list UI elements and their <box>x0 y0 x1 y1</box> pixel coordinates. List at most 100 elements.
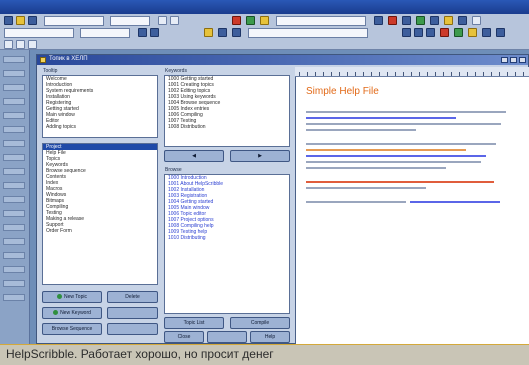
open-icon[interactable] <box>16 16 25 25</box>
gutter-cell <box>3 196 25 203</box>
gutter-cell <box>3 266 25 273</box>
zoom-icon[interactable] <box>496 28 505 37</box>
toolbar <box>0 14 529 50</box>
ruler-tick <box>307 72 308 76</box>
redo-icon[interactable] <box>232 28 241 37</box>
find-icon[interactable] <box>374 16 383 25</box>
text-line <box>306 161 481 163</box>
topic-list-button[interactable]: Topic List <box>164 317 224 329</box>
table-icon[interactable] <box>482 28 491 37</box>
browse-sequence-button[interactable]: Browse Sequence <box>42 323 102 335</box>
text-line <box>306 143 496 145</box>
options-icon[interactable] <box>430 16 439 25</box>
address-field[interactable] <box>248 28 368 38</box>
new-topic-button[interactable]: New Topic <box>42 291 102 303</box>
ruler-tick <box>315 72 316 76</box>
cut-icon[interactable] <box>232 16 241 25</box>
link-icon[interactable] <box>458 16 467 25</box>
compile-icon[interactable] <box>388 16 397 25</box>
caption-bar: HelpScribble. Работает хорошо, но просит… <box>0 344 529 365</box>
close-icon[interactable] <box>519 57 526 63</box>
window-field[interactable] <box>80 28 130 38</box>
gutter-cell <box>3 224 25 231</box>
extra-button[interactable] <box>107 323 158 335</box>
gutter-cell <box>3 70 25 77</box>
ruler-tick <box>459 72 460 76</box>
test-icon[interactable] <box>416 16 425 25</box>
spacer-button[interactable] <box>107 307 158 319</box>
gutter-cell <box>3 252 25 259</box>
jump-icon[interactable] <box>28 40 37 49</box>
text-line <box>306 123 501 125</box>
gutter-cell <box>3 126 25 133</box>
undo-icon[interactable] <box>218 28 227 37</box>
bookmark-icon[interactable] <box>204 28 213 37</box>
project-field[interactable] <box>4 28 74 38</box>
list-item[interactable]: 1010 Distributing <box>165 235 289 241</box>
left-gutter <box>0 50 30 344</box>
browse-label: Browse <box>165 167 182 173</box>
highlight-icon[interactable] <box>454 28 463 37</box>
ruler-tick <box>435 72 436 76</box>
minimize-icon[interactable] <box>501 57 508 63</box>
copy-icon[interactable] <box>246 16 255 25</box>
bold-icon[interactable] <box>158 16 167 25</box>
help-icon[interactable] <box>472 16 481 25</box>
compile-button[interactable]: Compile <box>230 317 290 329</box>
italic-icon[interactable] <box>170 16 179 25</box>
run-icon[interactable] <box>402 16 411 25</box>
gutter-cell <box>3 238 25 245</box>
ruler-tick <box>355 72 356 76</box>
ruler-tick <box>507 72 508 76</box>
gutter-cell <box>3 112 25 119</box>
window-icon <box>40 57 46 63</box>
ruler-tick <box>491 72 492 76</box>
topic-tree[interactable]: Project Help File Topics Keywords Browse seq… <box>42 143 158 285</box>
browse-list[interactable]: 1000 Introduction 1001 About HelpScribble… <box>164 174 290 314</box>
forward-icon[interactable] <box>150 28 159 37</box>
help-button[interactable]: Help <box>250 331 290 343</box>
close-button[interactable]: Close <box>164 331 204 343</box>
list-item[interactable]: Adding topics <box>43 124 157 130</box>
bitmap-icon[interactable] <box>444 16 453 25</box>
add-icon <box>53 310 59 315</box>
delete-button[interactable]: Delete <box>107 291 158 303</box>
align-center-icon[interactable] <box>414 28 423 37</box>
keywords-label: Keywords <box>165 68 187 74</box>
topics-list[interactable]: Welcome Introduction System requirements In… <box>42 75 158 138</box>
text-line <box>306 167 446 169</box>
toolbar-row <box>0 40 529 52</box>
list-item[interactable]: Order Form <box>43 228 157 234</box>
next-button[interactable]: ▶ <box>230 150 290 162</box>
window-titlebar[interactable]: Топик в ХЕЛП <box>37 55 528 65</box>
image-icon[interactable] <box>468 28 477 37</box>
new-keyword-button[interactable]: New Keyword <box>42 307 102 319</box>
hotspot-icon[interactable] <box>4 40 13 49</box>
add-icon <box>57 294 62 299</box>
keywords-list[interactable]: 1000 Getting started 1001 Creating topics… <box>164 75 290 147</box>
prev-button[interactable]: ◀ <box>164 150 224 162</box>
popup-icon[interactable] <box>16 40 25 49</box>
style-field[interactable] <box>44 16 104 26</box>
ruler-tick <box>467 72 468 76</box>
screenshot: Топик в ХЕЛП Tooltip Welcome Introduction… <box>0 0 529 344</box>
caption-text: HelpScribble. Работает хорошо, но просит… <box>6 347 274 361</box>
paste-icon[interactable] <box>260 16 269 25</box>
topic-field[interactable] <box>276 16 366 26</box>
ruler-tick <box>339 72 340 76</box>
new-icon[interactable] <box>4 16 13 25</box>
ruler-tick <box>411 72 412 76</box>
maximize-icon[interactable] <box>510 57 517 63</box>
back-icon[interactable] <box>138 28 147 37</box>
topics-label: Tooltip <box>43 68 58 74</box>
align-right-icon[interactable] <box>426 28 435 37</box>
find-button[interactable] <box>207 331 247 343</box>
save-icon[interactable] <box>28 16 37 25</box>
color-icon[interactable] <box>440 28 449 37</box>
list-item[interactable]: 1008 Distribution <box>165 124 289 130</box>
align-left-icon[interactable] <box>402 28 411 37</box>
font-field[interactable] <box>110 16 150 26</box>
topic-window: Топик в ХЕЛП Tooltip Welcome Introduction… <box>36 54 529 344</box>
topic-editor[interactable]: Simple Help File <box>295 77 529 344</box>
gutter-cell <box>3 294 25 301</box>
